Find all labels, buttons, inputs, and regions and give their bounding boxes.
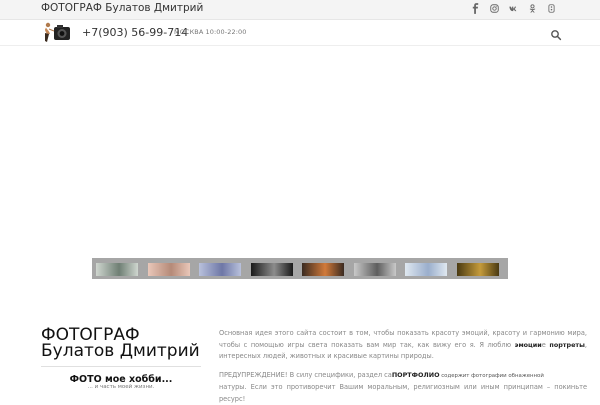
top-bar: ФОТОГРАФ Булатов Дмитрий xyxy=(0,0,600,20)
gallery-thumbnail[interactable] xyxy=(148,263,190,276)
instagram-icon[interactable] xyxy=(490,3,499,14)
link-portfolio[interactable]: ПОРТФОЛИО xyxy=(392,371,440,379)
tripadvisor-icon[interactable] xyxy=(547,3,556,14)
page-heading: ФОТОГРАФ Булатов Дмитрий xyxy=(41,327,200,359)
vk-icon[interactable] xyxy=(509,3,518,14)
social-links xyxy=(471,3,556,14)
phone-number[interactable]: +7(903) 56-99-714 xyxy=(82,26,188,39)
gallery-thumbnail-strip xyxy=(92,258,508,279)
gallery-thumbnail[interactable] xyxy=(354,263,396,276)
site-title[interactable]: ФОТОГРАФ Булатов Дмитрий xyxy=(41,2,203,14)
divider xyxy=(41,366,201,367)
header: +7(903) 56-99-714 МОСКВА 10:00-22:00 xyxy=(0,20,600,46)
odnoklassniki-icon[interactable] xyxy=(528,3,537,14)
facebook-icon[interactable] xyxy=(471,3,480,14)
gallery-thumbnail[interactable] xyxy=(199,263,241,276)
gallery-thumbnail[interactable] xyxy=(457,263,499,276)
working-hours: МОСКВА 10:00-22:00 xyxy=(174,28,246,36)
gallery-thumbnail[interactable] xyxy=(405,263,447,276)
intro-paragraph-1: Основная идея этого сайта состоит в том,… xyxy=(219,328,587,363)
intro-text: Основная идея этого сайта состоит в том,… xyxy=(219,328,587,405)
heading-line-2: Булатов Дмитрий xyxy=(41,343,200,359)
link-emotions[interactable]: эмоции xyxy=(515,341,542,349)
link-portraits[interactable]: портреты xyxy=(549,341,584,349)
search-icon[interactable] xyxy=(550,26,562,38)
gallery-thumbnail[interactable] xyxy=(251,263,293,276)
gallery-thumbnail[interactable] xyxy=(302,263,344,276)
photographer-logo[interactable] xyxy=(41,21,73,44)
gallery-thumbnail[interactable] xyxy=(96,263,138,276)
hobby-subtitle: ... и часть моей жизни. xyxy=(41,384,201,390)
